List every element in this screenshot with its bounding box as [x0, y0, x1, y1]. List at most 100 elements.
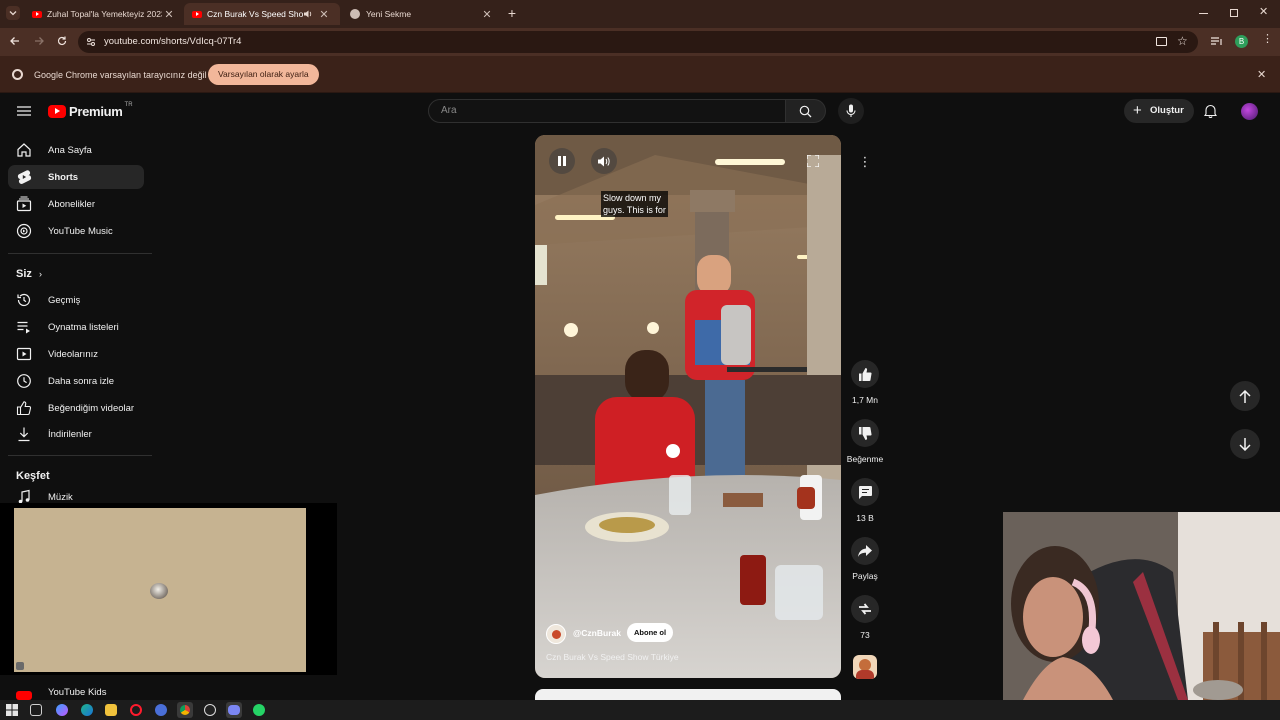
sidebar-item-playlists[interactable]: Oynatma listeleri: [8, 315, 144, 339]
address-bar[interactable]: youtube.com/shorts/VdIcq-07Tr4 ☆: [78, 31, 1198, 53]
discord-icon[interactable]: [226, 702, 242, 718]
remix-count: 73: [860, 630, 870, 640]
video-overlay-panel: [14, 508, 306, 672]
youtube-logo[interactable]: Premium TR: [48, 102, 133, 120]
next-short-button[interactable]: [1230, 429, 1260, 459]
close-icon[interactable]: ✕: [317, 8, 331, 21]
channel-avatar[interactable]: [546, 624, 566, 644]
sidebar-item-label: İndirilenler: [48, 428, 92, 440]
sidebar-item-youtube-music[interactable]: YouTube Music: [8, 219, 144, 243]
restore-icon[interactable]: [1230, 9, 1238, 17]
app-icon[interactable]: [155, 704, 167, 716]
back-icon[interactable]: [9, 35, 21, 47]
logo-region: TR: [124, 102, 133, 108]
chevron-right-icon: ›: [38, 269, 42, 279]
voice-search-button[interactable]: [838, 98, 864, 124]
channel-name[interactable]: @CznBurak: [573, 628, 621, 638]
sidebar-item-watch-later[interactable]: Daha sonra izle: [8, 369, 144, 393]
comments-button[interactable]: [851, 478, 879, 506]
sidebar-item-your-videos[interactable]: Videolarınız: [8, 342, 144, 366]
close-icon[interactable]: ✕: [480, 8, 494, 21]
install-app-icon[interactable]: [1156, 37, 1167, 46]
chrome-icon[interactable]: [177, 702, 193, 718]
media-control-icon[interactable]: [1211, 37, 1223, 47]
volume-icon: [598, 156, 610, 166]
new-tab-icon[interactable]: +: [505, 6, 519, 20]
forward-icon[interactable]: [33, 35, 45, 47]
sidebar-item-downloads[interactable]: İndirilenler: [8, 422, 144, 446]
sidebar-item-home[interactable]: Ana Sayfa: [8, 138, 144, 162]
site-info-icon[interactable]: [86, 37, 96, 47]
pause-icon: [558, 156, 566, 166]
sidebar-item-label: Abonelikler: [48, 198, 95, 210]
shorts-video-player[interactable]: Slow down my guys. This is for @CznBurak…: [535, 135, 841, 678]
browser-tab-bar: Zuhal Topal'la Yemekteyiz 2023 ✕ Czn Bur…: [0, 0, 1280, 28]
sidebar-item-label: Shorts: [48, 171, 79, 183]
sidebar-section-you[interactable]: Siz ›: [16, 268, 42, 280]
tab-search-icon[interactable]: [6, 6, 20, 20]
sidebar-item-subscriptions[interactable]: Abonelikler: [8, 192, 144, 216]
account-avatar[interactable]: [1241, 103, 1258, 120]
sidebar-item-youtube-kids[interactable]: YouTube Kids: [8, 685, 144, 700]
download-icon: [18, 427, 30, 442]
sidebar-item-label: Müzik: [48, 491, 73, 503]
sidebar-item-label: Oynatma listeleri: [48, 321, 119, 333]
infobar-message: Google Chrome varsayılan tarayıcınız değ…: [34, 70, 207, 80]
sidebar-item-history[interactable]: Geçmiş: [8, 288, 144, 312]
sidebar-divider: [8, 455, 152, 456]
opera-icon[interactable]: [130, 704, 142, 716]
speaker-icon[interactable]: [303, 9, 317, 19]
video-frame-image: [535, 135, 841, 678]
sidebar-item-liked-videos[interactable]: Beğendiğim videolar: [8, 396, 144, 420]
volume-button[interactable]: [591, 148, 617, 174]
sidebar-item-shorts[interactable]: Shorts: [8, 165, 144, 189]
profile-avatar[interactable]: B: [1235, 35, 1248, 48]
copilot-icon[interactable]: [56, 704, 68, 716]
create-button[interactable]: + Oluştur: [1124, 99, 1194, 123]
fullscreen-icon[interactable]: [807, 155, 819, 167]
subscribe-button[interactable]: Abone ol: [627, 623, 674, 642]
dislike-button[interactable]: [851, 419, 879, 447]
set-default-button[interactable]: Varsayılan olarak ayarla: [208, 64, 319, 85]
subscriptions-icon: [16, 196, 32, 212]
close-icon[interactable]: ✕: [162, 8, 176, 21]
previous-short-button[interactable]: [1230, 381, 1260, 411]
edge-icon[interactable]: [81, 704, 93, 716]
browser-toolbar: youtube.com/shorts/VdIcq-07Tr4 ☆ B ⋮: [0, 28, 1280, 56]
reload-icon[interactable]: [56, 35, 68, 47]
share-button[interactable]: [851, 537, 879, 565]
remix-button[interactable]: [851, 595, 879, 623]
youtube-icon: [32, 10, 42, 18]
window-close-icon[interactable]: ✕: [1259, 5, 1268, 18]
infobar-close-icon[interactable]: ✕: [1257, 68, 1266, 81]
pause-button[interactable]: [549, 148, 575, 174]
sound-thumbnail[interactable]: [853, 655, 877, 679]
sidebar-item-label: Daha sonra izle: [48, 375, 115, 387]
hamburger-menu-icon[interactable]: [17, 106, 31, 116]
tab-czn-burak[interactable]: Czn Burak Vs Speed Show Türkiye ✕: [184, 3, 340, 25]
bookmark-star-icon[interactable]: ☆: [1177, 34, 1188, 48]
clock-icon: [17, 374, 31, 388]
tab-title: Czn Burak Vs Speed Show Türkiye: [207, 9, 303, 19]
next-short-preview[interactable]: [535, 689, 841, 700]
obs-icon[interactable]: [204, 704, 216, 716]
windows-start-icon[interactable]: [6, 704, 18, 716]
search-button[interactable]: [786, 99, 826, 123]
file-explorer-icon[interactable]: [105, 704, 117, 716]
youtube-kids-icon: [16, 690, 32, 700]
search-input[interactable]: [441, 105, 771, 116]
more-options-icon[interactable]: ⋮: [857, 154, 873, 170]
minimize-icon[interactable]: [1199, 13, 1208, 14]
tab-new-tab[interactable]: Yeni Sekme ✕: [342, 3, 500, 25]
whatsapp-icon[interactable]: [253, 704, 265, 716]
tab-title: Yeni Sekme: [366, 9, 412, 19]
arrow-down-icon: [1239, 437, 1251, 451]
video-title[interactable]: Czn Burak Vs Speed Show Türkiye: [546, 652, 679, 662]
tab-yemekteyiz[interactable]: Zuhal Topal'la Yemekteyiz 2023 ✕: [24, 3, 182, 25]
like-icon: [16, 401, 32, 416]
browser-menu-icon[interactable]: ⋮: [1262, 34, 1273, 45]
notifications-bell-icon[interactable]: [1204, 104, 1217, 118]
task-view-icon[interactable]: [30, 704, 42, 716]
like-button[interactable]: [851, 360, 879, 388]
arrow-up-icon: [1239, 389, 1251, 403]
